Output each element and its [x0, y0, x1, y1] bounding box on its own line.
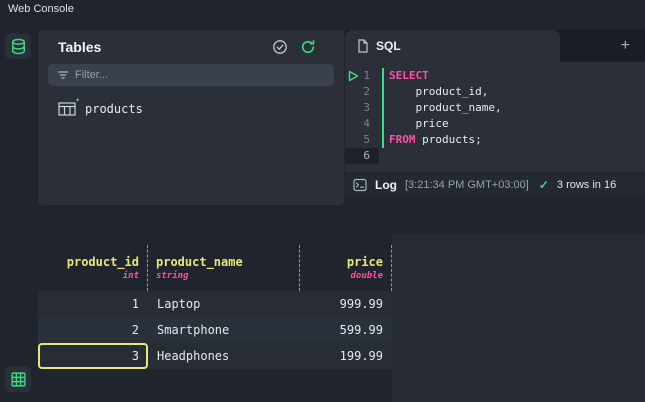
terminal-icon: [353, 178, 367, 192]
cell-product_id[interactable]: 1: [38, 291, 148, 317]
results-empty-area: [392, 233, 645, 402]
filter-icon: [57, 69, 69, 81]
cell-price[interactable]: 199.99: [300, 343, 392, 369]
code-lines: 1 SELECT 2 product_id, 3 product_name, 4 pri…: [345, 68, 645, 164]
app-title: Web Console: [8, 3, 74, 15]
run-query-button[interactable]: [348, 70, 359, 82]
column-type: string: [156, 271, 189, 281]
code-line-5[interactable]: 5 FROM products;: [345, 132, 645, 148]
code-text: product_name,: [389, 101, 502, 114]
cell-price[interactable]: 599.99: [300, 317, 392, 343]
document-icon: [357, 39, 369, 53]
table-row: 2 Smartphone 599.99: [38, 317, 392, 343]
code-line-6[interactable]: 6: [345, 148, 645, 164]
table-row: 3 Headphones 199.99: [38, 343, 392, 369]
code-text: price: [389, 117, 449, 130]
column-name: product_id: [66, 255, 139, 269]
filter-input[interactable]: [75, 69, 325, 81]
column-type: double: [350, 271, 383, 281]
code-line-1[interactable]: 1 SELECT: [345, 68, 645, 84]
check-circle-icon[interactable]: [272, 39, 288, 55]
line-number: 2: [363, 85, 370, 98]
table-icon: ✦: [58, 95, 80, 116]
grid-header: product_id int product_name string price doub…: [38, 245, 392, 291]
sidebar-results-grid-button[interactable]: [5, 366, 31, 392]
change-indicator-bar: [382, 68, 384, 148]
tab-sql-label: SQL: [376, 39, 401, 53]
code-text: FROM products;: [389, 133, 482, 146]
filter-box[interactable]: [48, 64, 334, 86]
success-check-icon: ✓: [538, 177, 549, 192]
cell-product_name[interactable]: Headphones: [148, 343, 300, 369]
code-text: product_id,: [389, 85, 489, 98]
grid-body: 1 Laptop 999.99 2 Smartphone 599.99 3 Headphone…: [38, 291, 392, 369]
table-item-label: products: [85, 102, 143, 116]
cell-price[interactable]: 999.99: [300, 291, 392, 317]
code-line-3[interactable]: 3 product_name,: [345, 100, 645, 116]
tab-bar: SQL +: [345, 30, 645, 62]
line-number: 3: [363, 101, 370, 114]
cell-product_name[interactable]: Smartphone: [148, 317, 300, 343]
line-number: 5: [363, 133, 370, 146]
log-timestamp: [3:21:34 PM GMT+03:00]: [405, 178, 529, 191]
tables-title: Tables: [58, 39, 102, 55]
log-bar: Log [3:21:34 PM GMT+03:00] ✓ 3 rows in 1…: [345, 172, 645, 197]
web-console-app: Web Console Tables Filter... ✦ products …: [0, 0, 645, 402]
tab-sql[interactable]: SQL: [345, 30, 560, 62]
sql-panel: SQL + 1 SELECT 2 product_id, 3 product_name…: [345, 30, 645, 197]
database-icon: [11, 38, 25, 54]
cell-product_name[interactable]: Laptop: [148, 291, 300, 317]
table-item-products[interactable]: ✦ products: [38, 94, 344, 124]
column-header-price[interactable]: price double: [300, 245, 392, 291]
table-grid-icon: [10, 371, 26, 387]
line-number: 6: [345, 148, 379, 164]
column-type: int: [122, 271, 139, 281]
add-tab-button[interactable]: +: [616, 30, 635, 62]
log-status: 3 rows in 16: [556, 178, 617, 191]
column-name: product_name: [156, 255, 243, 269]
tables-header: Tables: [38, 30, 344, 62]
log-label[interactable]: Log: [375, 178, 397, 192]
results-grid: product_id int product_name string price doub…: [38, 245, 392, 369]
column-header-product_id[interactable]: product_idint: [38, 245, 148, 291]
tables-panel: Tables Filter... ✦ products: [38, 30, 344, 205]
cell-product_id[interactable]: 3: [38, 343, 148, 369]
sidebar-database-button[interactable]: [5, 33, 31, 59]
column-name: price: [346, 255, 383, 269]
sql-editor[interactable]: 1 SELECT 2 product_id, 3 product_name, 4 pri…: [345, 62, 645, 172]
code-text: SELECT: [389, 69, 429, 82]
new-table-sparkle-icon: ✦: [75, 95, 80, 104]
column-header-product_name[interactable]: product_namestring: [148, 245, 300, 291]
cell-product_id[interactable]: 2: [38, 317, 148, 343]
code-line-4[interactable]: 4 price: [345, 116, 645, 132]
line-number: 4: [363, 117, 370, 130]
table-row: 1 Laptop 999.99: [38, 291, 392, 317]
code-line-2[interactable]: 2 product_id,: [345, 84, 645, 100]
refresh-icon[interactable]: [300, 39, 316, 55]
